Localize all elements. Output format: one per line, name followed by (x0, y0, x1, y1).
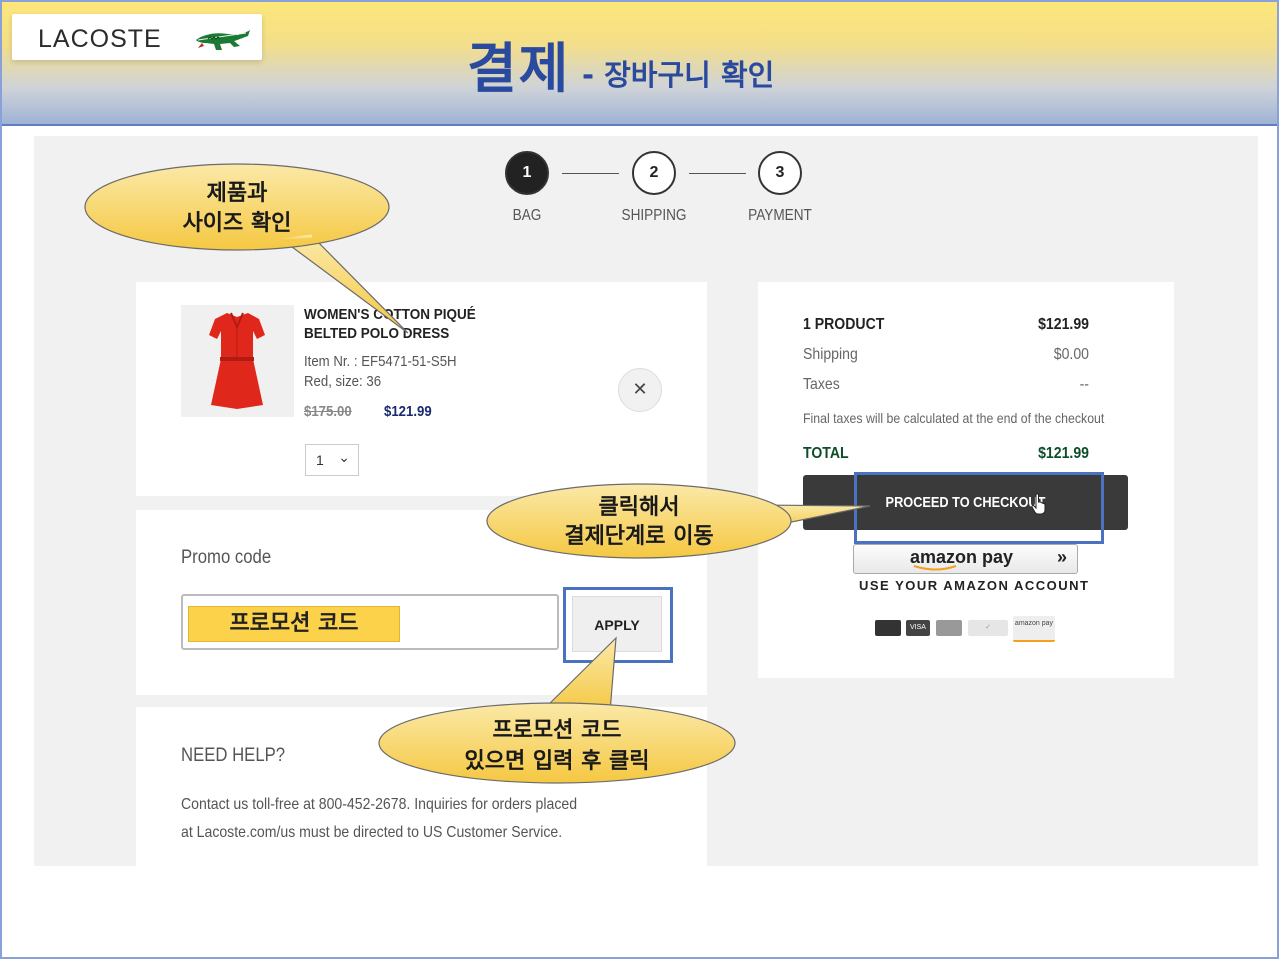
callout-checkout-line2: 결제단계로 이동 (564, 524, 713, 549)
callout-product-line2: 사이즈 확인 (183, 211, 292, 236)
callout-checkout-line1: 클릭해서 (599, 495, 680, 520)
callout-checkout: 클릭해서 결제단계로 이동 (486, 483, 871, 559)
callout-promo-line2: 있으면 입력 후 클릭 (465, 749, 650, 774)
callout-promo: 프로모션 코드 있으면 입력 후 클릭 (378, 636, 736, 784)
callout-product-check: 제품과 사이즈 확인 (84, 163, 409, 334)
callout-promo-line1: 프로모션 코드 (492, 718, 621, 743)
callout-layer: 제품과 사이즈 확인 클릭해서 결제단계로 이동 프로모션 코드 있으면 입력 … (84, 163, 871, 784)
callout-product-line1: 제품과 (207, 181, 268, 206)
